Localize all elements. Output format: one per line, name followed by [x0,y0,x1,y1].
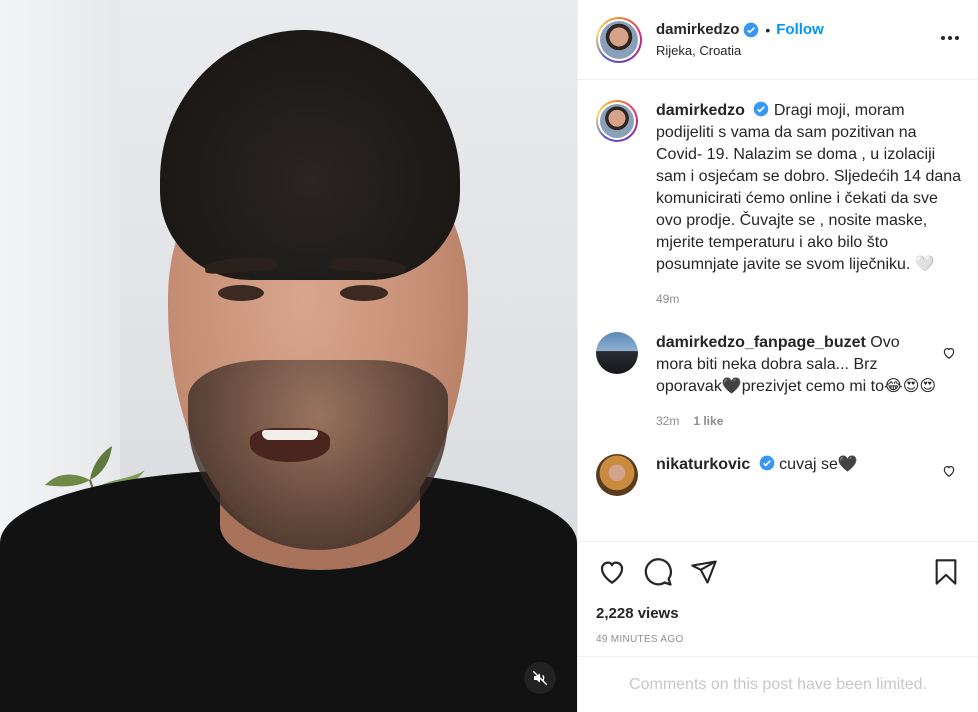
post-actions: 2,228 views 49 minutes ago [578,541,978,645]
muted-speaker-icon [532,670,548,686]
view-count[interactable]: 2,228 views [596,605,962,622]
post-timestamp[interactable]: 49 minutes ago [596,634,962,645]
comment-item: damirkedzo_fanpage_buzet Ovo mora biti n… [596,332,962,428]
verified-badge-icon [743,22,759,38]
comment-time[interactable]: 32m [656,414,679,428]
comment-username[interactable]: damirkedzo_fanpage_buzet [656,334,866,351]
post-video[interactable] [0,0,577,712]
comments-limited-notice: Comments on this post have been limited. [578,656,978,712]
caption-username[interactable]: damirkedzo [656,102,745,119]
commenter-avatar[interactable] [596,454,638,496]
right-eye [340,285,388,301]
comment-text: cuvaj se🖤 [779,456,858,473]
hair [160,30,460,280]
verified-badge-icon [759,455,775,471]
bookmark-icon[interactable] [930,556,962,588]
share-icon[interactable] [688,556,720,588]
comment-item: nikaturkovic cuvaj se🖤 [596,454,962,496]
separator-dot: • [765,21,771,38]
comment-like-heart-icon[interactable] [942,346,956,363]
post-header: damirkedzo • Follow Rijeka, Croatia [578,0,978,80]
verified-badge-icon [753,101,769,117]
comment-icon[interactable] [642,556,674,588]
teeth [262,430,318,440]
post-location[interactable]: Rijeka, Croatia [656,43,824,58]
mute-toggle-button[interactable] [524,662,556,694]
author-avatar[interactable] [596,16,642,63]
left-eye [218,285,264,301]
caption-text: Dragi moji, moram podijeliti s vama da s… [656,102,962,273]
caption-time[interactable]: 49m [656,292,679,306]
commenter-avatar[interactable] [596,332,638,374]
comment-username[interactable]: nikaturkovic [656,456,750,473]
author-avatar[interactable] [596,100,638,142]
follow-button[interactable]: Follow [776,21,824,38]
post-sidebar: damirkedzo • Follow Rijeka, Croatia dami… [577,0,978,712]
author-username[interactable]: damirkedzo [656,21,739,38]
comments-list[interactable]: damirkedzo Dragi moji, moram podijeliti … [578,80,978,540]
heart-icon[interactable] [596,556,628,588]
comment-likes[interactable]: 1 like [693,414,723,428]
more-options-icon[interactable] [940,28,960,48]
comment-like-heart-icon[interactable] [942,464,956,481]
caption: damirkedzo Dragi moji, moram podijeliti … [596,100,962,306]
